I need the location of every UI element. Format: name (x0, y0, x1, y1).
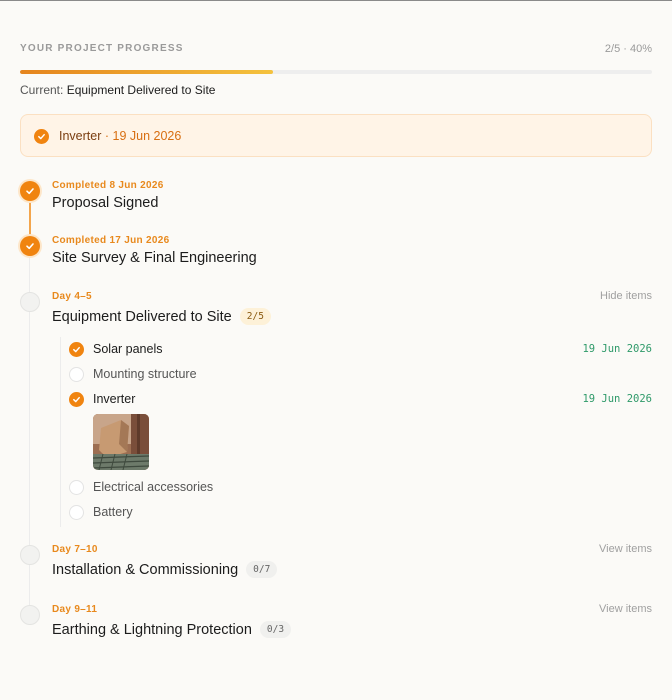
inverter-photo-thumbnail[interactable] (93, 414, 149, 470)
latest-update-date: 19 Jun 2026 (112, 129, 182, 143)
list-item[interactable]: Inverter 19 Jun 2026 (69, 391, 652, 409)
latest-update-item: Inverter (59, 129, 102, 143)
list-item[interactable]: Mounting structure (69, 366, 652, 384)
latest-update-text: Inverter · 19 Jun 2026 (59, 129, 181, 143)
progress-stat: 2/5 · 40% (604, 43, 652, 55)
item-label: Mounting structure (93, 367, 197, 381)
step-meta: Day 7–10 (52, 544, 98, 555)
view-items-button[interactable]: View items (599, 543, 652, 555)
latest-update-banner: Inverter · 19 Jun 2026 (20, 114, 652, 157)
step-title-text: Equipment Delivered to Site (52, 309, 232, 325)
step-title: Equipment Delivered to Site 2/5 (52, 308, 271, 325)
step-check-icon (20, 236, 40, 256)
step-pending-icon (20, 545, 40, 565)
step-count-badge: 0/3 (259, 621, 292, 638)
current-step-line: Current: Equipment Delivered to Site (20, 83, 215, 97)
item-label: Battery (93, 505, 133, 519)
item-date: 19 Jun 2026 (582, 393, 652, 405)
current-label: Current: (20, 83, 64, 97)
latest-update-separator: · (101, 129, 113, 143)
item-label: Inverter (93, 392, 136, 406)
step-meta: Completed 17 Jun 2026 (52, 235, 170, 246)
step-meta: Day 4–5 (52, 291, 92, 302)
progress-bar (20, 70, 652, 74)
unchecked-circle-icon (69, 367, 84, 382)
step-count-badge: 2/5 (239, 308, 271, 325)
step-title-text: Installation & Commissioning (52, 562, 239, 578)
progress-header: YOUR PROJECT PROGRESS 2/5 · 40% (20, 43, 652, 57)
step-title: Earthing & Lightning Protection 0/3 (52, 621, 292, 638)
step-title: Proposal Signed (52, 195, 159, 211)
step-pending-icon (20, 605, 40, 625)
item-label: Solar panels (93, 342, 163, 356)
progress-title: YOUR PROJECT PROGRESS (20, 43, 184, 54)
current-step-value: Equipment Delivered to Site (66, 83, 216, 97)
unchecked-circle-icon (69, 505, 84, 520)
items-divider (60, 337, 61, 527)
step-title-text: Earthing & Lightning Protection (52, 622, 252, 638)
step-title: Site Survey & Final Engineering (52, 250, 257, 266)
view-items-button[interactable]: View items (599, 603, 652, 615)
check-icon (69, 392, 84, 407)
step-pending-icon (20, 292, 40, 312)
list-item[interactable]: Electrical accessories (69, 479, 652, 497)
hide-items-button[interactable]: Hide items (600, 290, 652, 302)
check-icon (34, 129, 49, 144)
list-item[interactable]: Solar panels 19 Jun 2026 (69, 341, 652, 359)
unchecked-circle-icon (69, 480, 84, 495)
step-check-icon (20, 181, 40, 201)
check-icon (69, 342, 84, 357)
step-title: Installation & Commissioning 0/7 (52, 561, 278, 578)
step-count-badge: 0/7 (246, 561, 278, 578)
step-meta: Completed 8 Jun 2026 (52, 180, 164, 191)
item-date: 19 Jun 2026 (582, 343, 652, 355)
progress-bar-fill (20, 70, 273, 74)
item-label: Electrical accessories (93, 480, 214, 494)
list-item[interactable]: Battery (69, 504, 652, 522)
step-meta: Day 9–11 (52, 604, 98, 615)
